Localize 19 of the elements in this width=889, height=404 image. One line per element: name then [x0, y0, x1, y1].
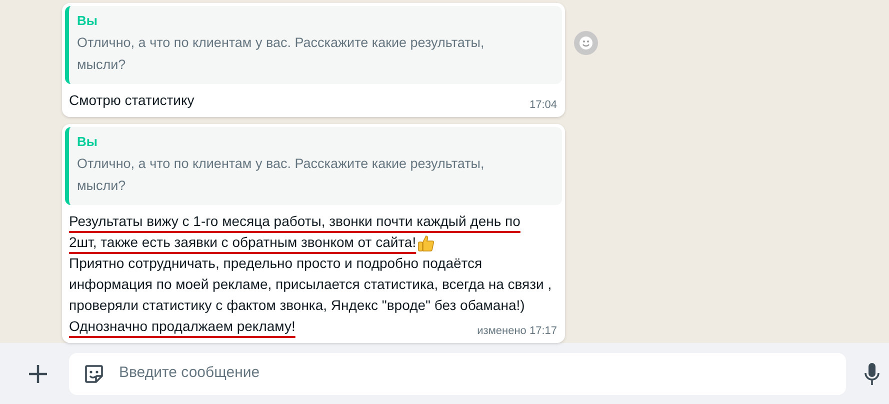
sticker-icon[interactable] [83, 362, 105, 384]
message-text: 2шт, также есть заявки с обратным звонком от сайта! [69, 233, 416, 252]
message-text: Результаты вижу с 1-го месяца работы, звонки почти каждый день по [69, 212, 520, 231]
message-text: Приятно сотрудничать, предельно просто и подробно подаётся [69, 254, 482, 273]
quote-text: Отлично, а что по клиентам у вас. Расскажите какие результаты, мысли? [77, 155, 486, 195]
message-text: Смотрю статистику [69, 91, 194, 110]
message-text: проверяли статистику с фактом звонка, Яндекс "вроде" без обамана!) [69, 296, 525, 315]
message-text: Однозначно продалжаем рекламу! [69, 317, 296, 336]
quote-text: Отлично, а что по клиентам у вас. Расскажите какие результаты, мысли? [77, 34, 486, 74]
quote-author: Вы [77, 12, 98, 30]
plus-icon[interactable] [27, 362, 49, 384]
message-text: информация по моей рекламе, присылается статистика, всегда на связи , [69, 275, 552, 294]
message-input[interactable]: Введите сообщение [69, 352, 846, 394]
quoted-message[interactable]: Вы Отлично, а что по клиентам у вас. Расскажите какие результаты, мысли? [65, 127, 562, 205]
message-time: 17:04 [529, 98, 557, 112]
quoted-message[interactable]: Вы Отлично, а что по клиентам у вас. Расскажите какие результаты, мысли? [65, 6, 562, 84]
smiley-icon[interactable] [579, 36, 593, 50]
message-time: изменено 17:17 [477, 324, 557, 338]
quote-author: Вы [77, 133, 98, 151]
